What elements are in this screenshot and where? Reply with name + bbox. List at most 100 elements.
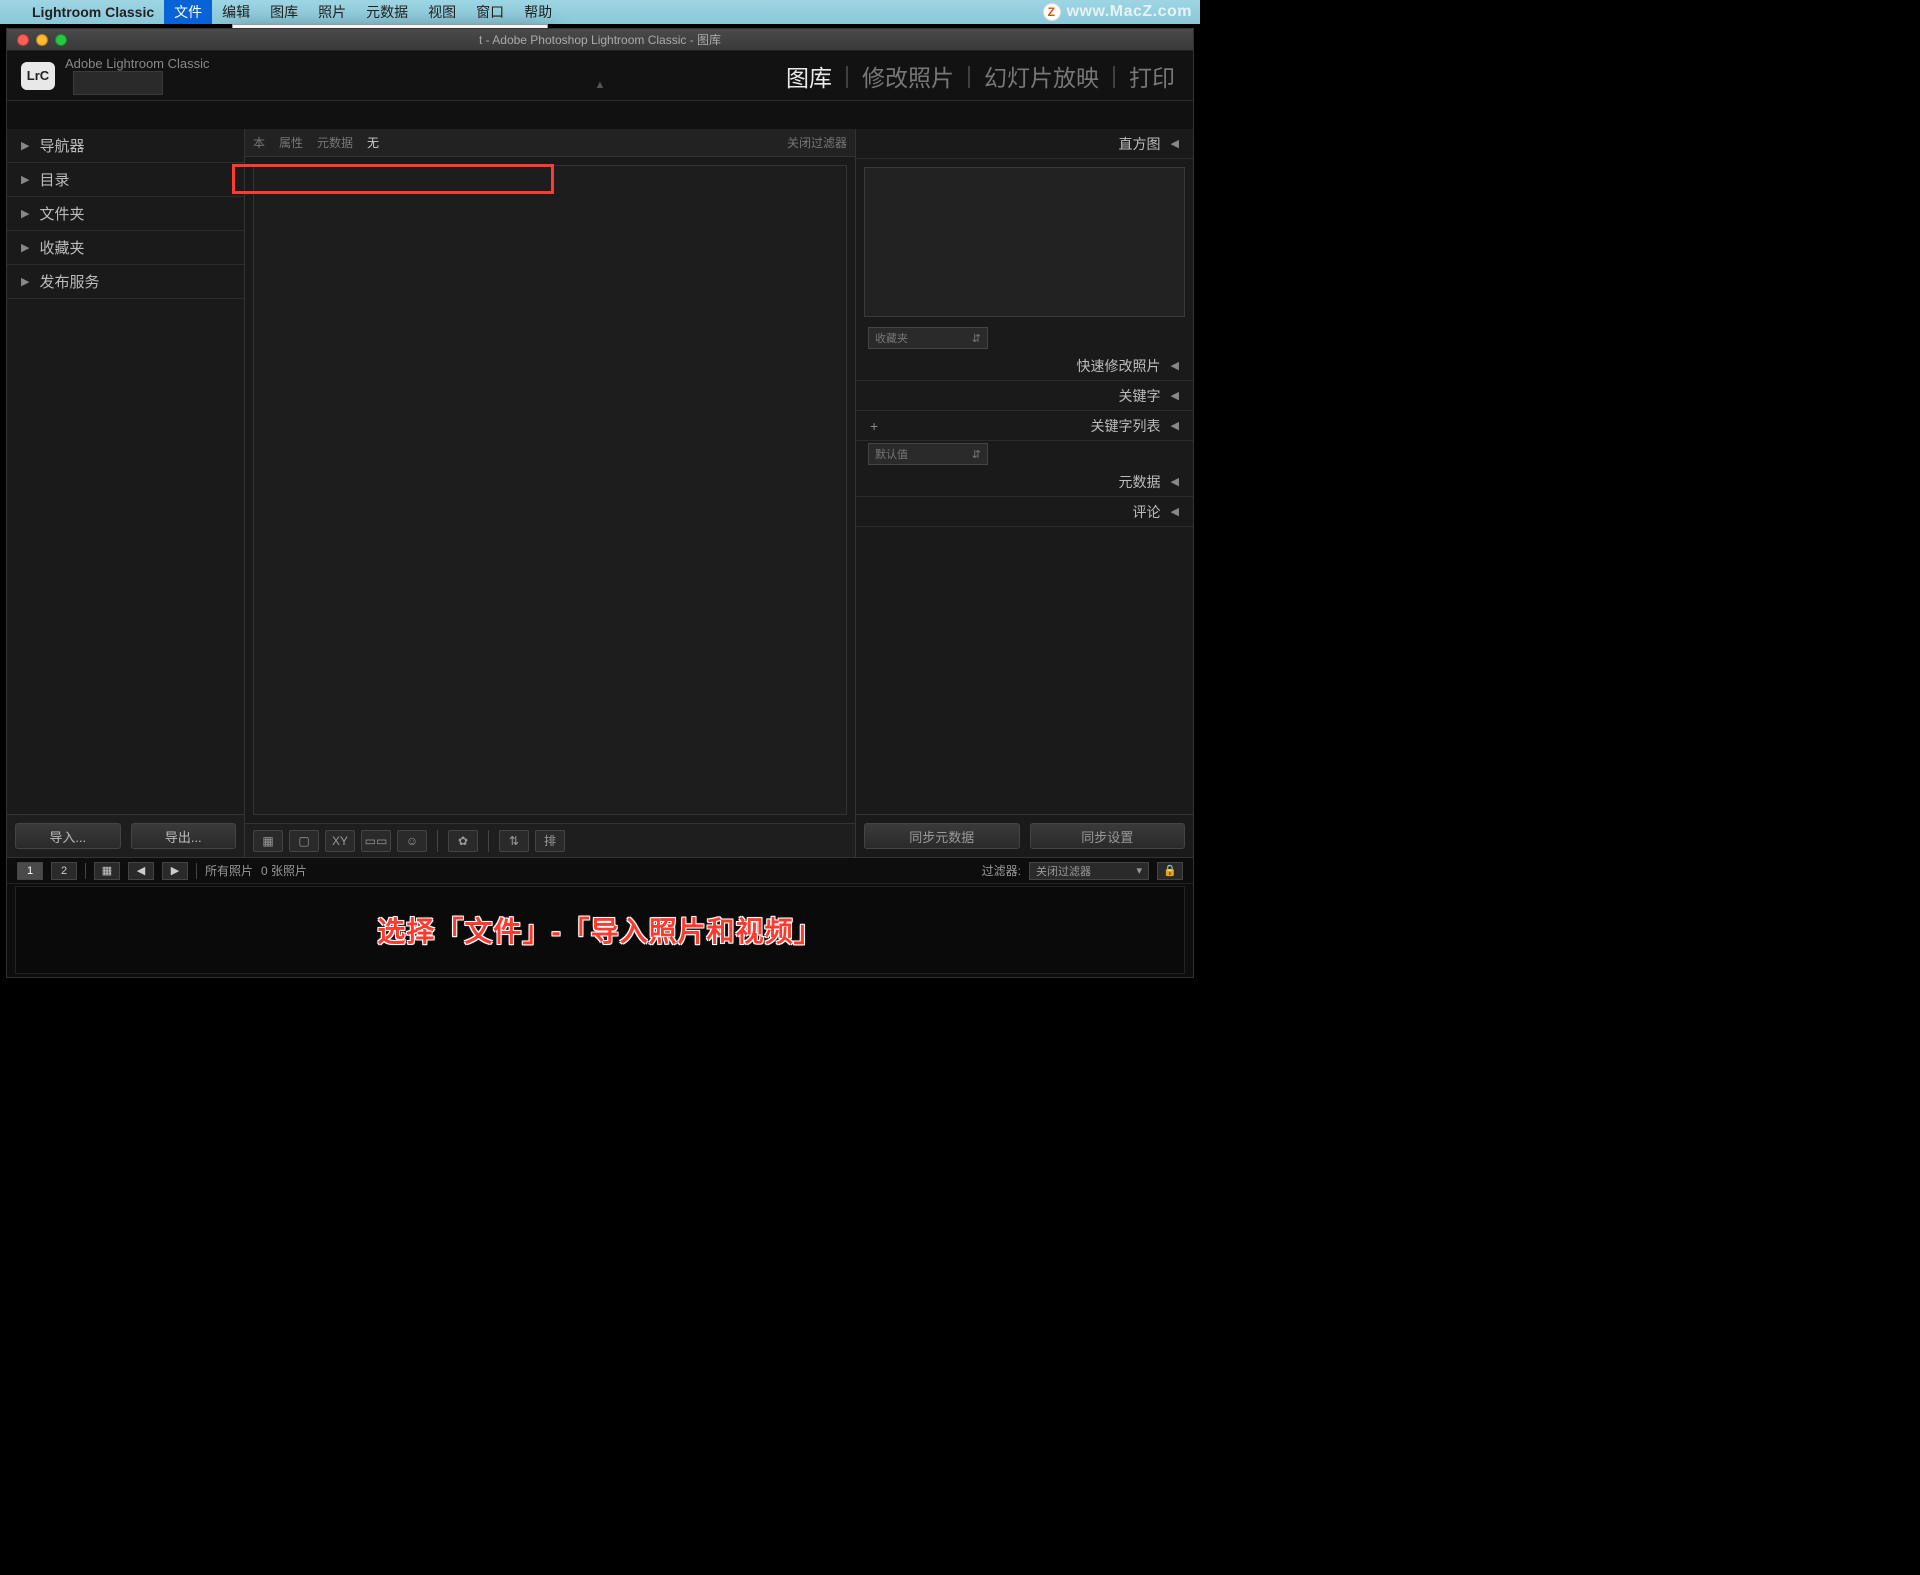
filmstrip-toolbar: 1 2 ▦ ◀ ▶ 所有照片 0 张照片 过滤器: 关闭过滤器 ▾ 🔒: [7, 858, 1193, 884]
module-slideshow[interactable]: 幻灯片放映: [980, 59, 1103, 93]
left-panel-group: ▶ 导航器 ▶ 目录 ▶ 文件夹 ▶收藏夹 ▶发布服务 导入... 导出...: [7, 129, 245, 857]
menu-photo[interactable]: 照片: [308, 0, 356, 24]
panel-catalog[interactable]: ▶ 目录: [7, 163, 244, 197]
disclosure-triangle-icon: ▶: [21, 173, 29, 186]
disclosure-triangle-icon: ◀: [1171, 475, 1179, 488]
panel-quick-develop[interactable]: 快速修改照片 ◀: [856, 351, 1193, 381]
panel-collections-label: 收藏夹: [39, 237, 84, 258]
module-print[interactable]: 打印: [1125, 59, 1179, 93]
sync-settings-button[interactable]: 同步设置: [1030, 823, 1186, 849]
app-window: t - Adobe Photoshop Lightroom Classic - …: [6, 28, 1194, 978]
menu-edit[interactable]: 编辑: [212, 0, 260, 24]
panel-keyword-list[interactable]: +关键字列表◀: [856, 411, 1193, 441]
menu-help[interactable]: 帮助: [514, 0, 562, 24]
monitor-2-button[interactable]: 2: [51, 862, 77, 880]
sort-direction-icon[interactable]: ⇅: [499, 830, 529, 852]
window-title: t - Adobe Photoshop Lightroom Classic - …: [479, 31, 721, 48]
filmstrip-count-label: 0 张照片: [261, 862, 307, 879]
disclosure-triangle-icon: ◀: [1171, 137, 1179, 150]
module-library[interactable]: 图库: [782, 59, 836, 93]
menu-file[interactable]: 文件: [164, 0, 212, 24]
filter-attribute[interactable]: 属性: [279, 134, 303, 151]
filter-close-label[interactable]: 关闭过滤器: [787, 134, 847, 151]
watermark-badge: Z: [1043, 3, 1061, 21]
menu-view[interactable]: 视图: [418, 0, 466, 24]
dropdown-arrow-icon: ⇵: [972, 332, 981, 345]
macos-menubar: Lightroom Classic 文件 编辑 图库 照片 元数据 视图 窗口 …: [0, 0, 1200, 24]
filter-lock-icon[interactable]: 🔒: [1157, 862, 1183, 880]
sort-menu-icon[interactable]: 排: [535, 830, 565, 852]
panel-metadata[interactable]: 元数据 ◀: [856, 467, 1193, 497]
close-window-button[interactable]: [17, 34, 29, 46]
panel-keywording-label: 关键字: [1119, 386, 1161, 406]
dropdown-arrow-icon: ⇵: [972, 448, 981, 461]
module-develop[interactable]: 修改照片: [858, 59, 958, 93]
painter-tool-icon[interactable]: ✿: [448, 830, 478, 852]
panel-catalog-label: 目录: [39, 169, 69, 190]
filter-none[interactable]: 无: [367, 134, 379, 151]
panel-quick-develop-label: 快速修改照片: [1077, 356, 1161, 376]
disclosure-triangle-icon: ◀: [1171, 389, 1179, 402]
panel-comments[interactable]: 评论◀: [856, 497, 1193, 527]
filter-metadata[interactable]: 元数据: [317, 134, 353, 151]
top-panel-toggle-icon[interactable]: ▲: [595, 79, 606, 91]
metadata-preset-value: 默认值: [875, 446, 908, 462]
identity-name: Adobe Lightroom Classic: [65, 56, 210, 71]
disclosure-triangle-icon: ▶: [21, 207, 29, 220]
panel-navigator[interactable]: ▶ 导航器: [7, 129, 244, 163]
grid-shortcut-icon[interactable]: ▦: [94, 862, 120, 880]
dropdown-arrow-icon: ▾: [1136, 864, 1142, 877]
panel-navigator-label: 导航器: [39, 135, 84, 156]
filmstrip-filter-value: 关闭过滤器: [1036, 863, 1091, 879]
people-view-icon[interactable]: ☺: [397, 830, 427, 852]
quick-dev-preset-select[interactable]: 收藏夹⇵: [868, 327, 988, 349]
panel-folders-label: 文件夹: [39, 203, 84, 224]
panel-histogram[interactable]: 直方图◀: [856, 129, 1193, 159]
panel-publish-label: 发布服务: [39, 271, 99, 292]
monitor-1-button[interactable]: 1: [17, 862, 43, 880]
identity-plate-bar: LrC Adobe Lightroom Classic 图库| 修改照片| 幻灯…: [7, 51, 1193, 101]
panel-keywording[interactable]: 关键字 ◀: [856, 381, 1193, 411]
zoom-window-button[interactable]: [55, 34, 67, 46]
panel-publish[interactable]: ▶发布服务: [7, 265, 244, 299]
menu-library[interactable]: 图库: [260, 0, 308, 24]
app-logo-icon: LrC: [21, 62, 55, 90]
center-toolbar: ▦ ▢ XY ▭▭ ☺ ✿ ⇅ 排: [245, 823, 855, 857]
filmstrip-filter-label: 过滤器:: [982, 862, 1021, 879]
panel-comments-label: 评论: [1133, 502, 1161, 522]
disclosure-triangle-icon: ▶: [21, 139, 29, 152]
panel-metadata-label: 元数据: [1119, 472, 1161, 492]
panel-collections[interactable]: ▶收藏夹: [7, 231, 244, 265]
disclosure-triangle-icon: ◀: [1171, 359, 1179, 372]
import-button[interactable]: 导入...: [15, 823, 121, 849]
filmstrip-filter-select[interactable]: 关闭过滤器 ▾: [1029, 862, 1149, 880]
grid-view-area[interactable]: [253, 165, 847, 815]
export-button[interactable]: 导出...: [131, 823, 237, 849]
add-keyword-icon[interactable]: +: [870, 418, 878, 434]
traffic-lights: [7, 34, 67, 46]
histogram-display: [864, 167, 1185, 317]
forward-nav-icon[interactable]: ▶: [162, 862, 188, 880]
menu-metadata[interactable]: 元数据: [356, 0, 418, 24]
menu-window[interactable]: 窗口: [466, 0, 514, 24]
panel-folders[interactable]: ▶ 文件夹: [7, 197, 244, 231]
back-nav-icon[interactable]: ◀: [128, 862, 154, 880]
grid-view-icon[interactable]: ▦: [253, 830, 283, 852]
filter-text[interactable]: 本: [253, 134, 265, 151]
survey-view-icon[interactable]: ▭▭: [361, 830, 391, 852]
compare-view-icon[interactable]: XY: [325, 830, 355, 852]
module-picker: 图库| 修改照片| 幻灯片放映| 打印: [782, 59, 1179, 93]
watermark: Z www.MacZ.com: [1043, 3, 1192, 21]
filmstrip-source-label[interactable]: 所有照片: [205, 862, 253, 879]
app-name-menu[interactable]: Lightroom Classic: [32, 4, 154, 20]
disclosure-triangle-icon: ◀: [1171, 419, 1179, 432]
window-titlebar: t - Adobe Photoshop Lightroom Classic - …: [7, 29, 1193, 51]
watermark-text: www.MacZ.com: [1067, 3, 1192, 21]
metadata-preset-select[interactable]: 默认值 ⇵: [868, 443, 988, 465]
sync-metadata-button[interactable]: 同步元数据: [864, 823, 1020, 849]
workspace: ▶ 导航器 ▶ 目录 ▶ 文件夹 ▶收藏夹 ▶发布服务 导入... 导出... 本 属…: [7, 129, 1193, 857]
library-filter-bar: 本 属性 元数据 无 关闭过滤器: [245, 129, 855, 157]
loupe-view-icon[interactable]: ▢: [289, 830, 319, 852]
instruction-caption: 选择「文件」-「导入照片和视频」: [377, 910, 822, 950]
minimize-window-button[interactable]: [36, 34, 48, 46]
